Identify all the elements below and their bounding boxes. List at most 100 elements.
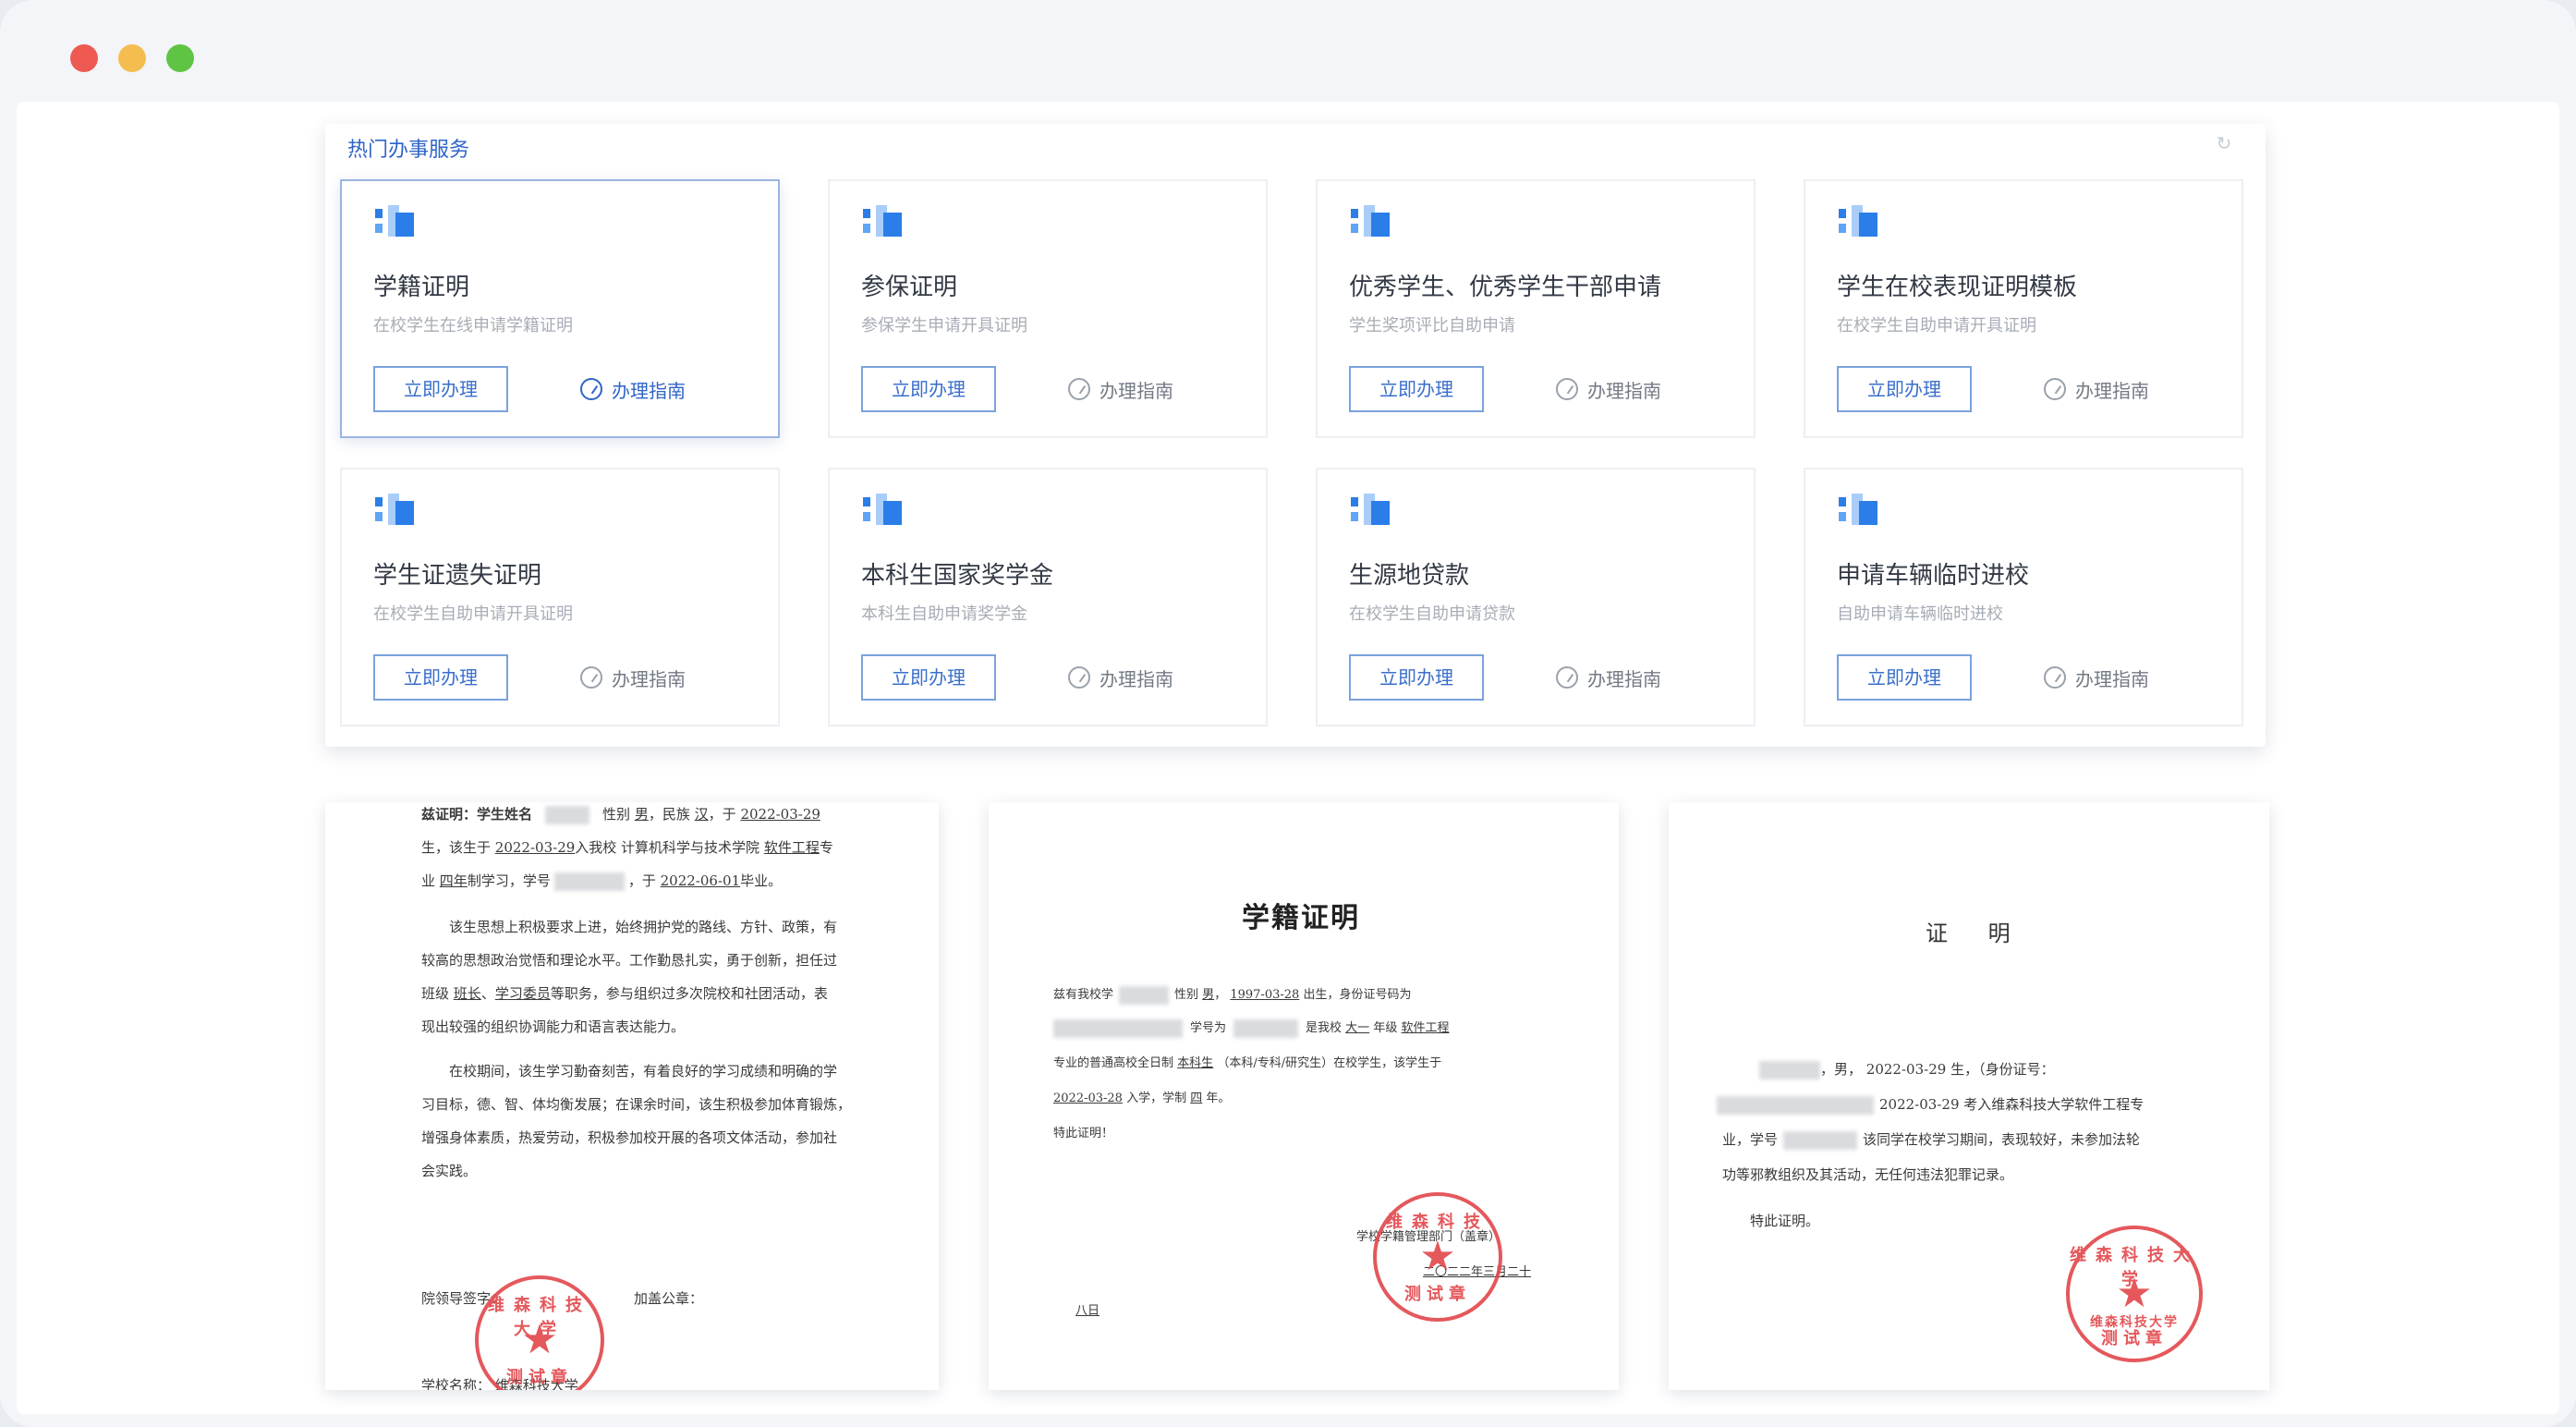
doc1-p3-4: 会实践。 xyxy=(421,1163,478,1179)
service-title: 学生在校表现证明模板 xyxy=(1837,274,2078,301)
apply-now-button[interactable]: 立即办理 xyxy=(1837,366,1972,412)
doc2-line5: 特此证明！ xyxy=(1053,1127,1114,1140)
doc1-p2-2: 较高的思想政治觉悟和理论水平。工作勤恳扎实，勇于创新，担任过 xyxy=(421,952,838,969)
doc3-line4: 功等邪教组织及其活动，无任何违法犯罪记录。 xyxy=(1722,1166,2014,1183)
guide-link[interactable]: 办理指南 xyxy=(1068,375,1173,403)
apply-now-button[interactable]: 立即办理 xyxy=(1349,366,1484,412)
apply-now-button[interactable]: 立即办理 xyxy=(1837,654,1972,701)
maximize-window-button[interactable] xyxy=(166,44,194,72)
compass-icon xyxy=(580,666,602,689)
doc1-p2-1: 该生思想上积极要求上进，始终拥护党的路线、方针、政策，有 xyxy=(449,919,838,935)
apply-now-button[interactable]: 立即办理 xyxy=(861,654,996,701)
service-description: 在校学生在线申请学籍证明 xyxy=(373,316,573,335)
document-performance-certificate: 兹证明：学生姓名 性别 男，民族 汉，于 2022-03-29 生，该生于 202… xyxy=(325,802,939,1390)
service-title: 生源地贷款 xyxy=(1349,562,1470,590)
doc2-heading: 学籍证明 xyxy=(1242,902,1360,934)
service-description: 在校学生自助申请贷款 xyxy=(1349,604,1515,624)
guide-link[interactable]: 办理指南 xyxy=(1068,664,1173,691)
service-card[interactable]: 申请车辆临时进校 自助申请车辆临时进校 立即办理 办理指南 xyxy=(1804,468,2243,726)
official-seal: 维森科技 ★ 测试章 xyxy=(1373,1192,1502,1322)
service-card[interactable]: 参保证明参保学生申请开具证明立即办理 办理指南 xyxy=(828,179,1268,438)
compass-icon xyxy=(580,378,602,400)
compass-icon xyxy=(2044,666,2066,689)
guide-label: 办理指南 xyxy=(612,667,686,690)
service-card[interactable]: 学籍证明在校学生在线申请学籍证明立即办理 办理指南 xyxy=(340,179,780,438)
section-title: 热门办事服务 xyxy=(347,139,470,162)
guide-label: 办理指南 xyxy=(1587,379,1661,402)
guide-link[interactable]: 办理指南 xyxy=(1556,664,1661,691)
guide-label: 办理指南 xyxy=(1100,667,1173,690)
service-card[interactable]: 优秀学生、优秀学生干部申请学生奖项评比自助申请立即办理 办理指南 xyxy=(1316,179,1756,438)
doc2-line2: 学号为 是我校 大一 年级 软件工程 xyxy=(1053,1018,1450,1039)
official-seal: 维森科技大学 ★ 测试章 xyxy=(475,1275,604,1390)
guide-link[interactable]: 办理指南 xyxy=(2044,664,2149,691)
doc1-line3: 业 四年制学习，学号 ，于 2022-06-01毕业。 xyxy=(421,872,783,891)
service-description: 本科生自助申请奖学金 xyxy=(861,604,1027,624)
service-icon xyxy=(863,494,904,527)
doc1-p3-3: 增强身体素质，热爱劳动，积极参加校开展的各项文体活动，参加社 xyxy=(421,1129,838,1146)
service-description: 参保学生申请开具证明 xyxy=(861,316,1027,335)
compass-icon xyxy=(2044,378,2066,400)
service-icon xyxy=(375,205,416,238)
doc3-line2: 2022-03-29 考入维森科技大学软件工程专 xyxy=(1717,1094,2144,1115)
doc1-line2: 生，该生于 2022-03-29入我校 计算机科学与技术学院 软件工程专 xyxy=(421,839,833,856)
doc3-line1: ，男， 2022-03-29 生，（身份证号： xyxy=(1722,1059,2055,1079)
compass-icon xyxy=(1068,378,1090,400)
service-title: 参保证明 xyxy=(861,274,958,301)
service-icon xyxy=(1839,205,1879,238)
doc3-line5: 特此证明。 xyxy=(1750,1213,1820,1229)
service-description: 在校学生自助申请开具证明 xyxy=(1837,316,2036,335)
apply-now-button[interactable]: 立即办理 xyxy=(1349,654,1484,701)
service-card[interactable]: 生源地贷款在校学生自助申请贷款立即办理 办理指南 xyxy=(1316,468,1756,726)
refresh-icon[interactable]: ↻ xyxy=(2214,133,2234,153)
service-description: 自助申请车辆临时进校 xyxy=(1837,604,2003,624)
guide-link[interactable]: 办理指南 xyxy=(1556,375,1661,403)
compass-icon xyxy=(1556,378,1578,400)
guide-label: 办理指南 xyxy=(1100,379,1173,402)
service-title: 学生证遗失证明 xyxy=(373,562,542,590)
doc1-p3-2: 习目标，德、智、体均衡发展；在课余时间，该生积极参加体育锻炼， xyxy=(421,1096,852,1113)
hot-services-panel: 热门办事服务 ↻ 学籍证明 在校学生在线申请学籍证明 立即办理 办理指南 参保证明 参保学… xyxy=(325,124,2266,747)
apply-now-button[interactable]: 立即办理 xyxy=(373,654,508,701)
official-seal: 维森科技大学 ★ 维森科技大学 测试章 xyxy=(2066,1226,2203,1362)
compass-icon xyxy=(1556,666,1578,689)
doc3-heading: 证 明 xyxy=(1926,921,2027,946)
doc1-p2-3: 班级 班长、学习委员等职务，参与组织过多次院校和社团活动，表 xyxy=(421,985,828,1002)
guide-label: 办理指南 xyxy=(1587,667,1661,690)
guide-link[interactable]: 办理指南 xyxy=(2044,375,2149,403)
app-window: 热门办事服务 ↻ 学籍证明 在校学生在线申请学籍证明 立即办理 办理指南 参保证明 参保学… xyxy=(0,0,2576,1427)
doc2-line4: 2022-03-28 入学，学制 四 年。 xyxy=(1053,1092,1231,1105)
service-description: 在校学生自助申请开具证明 xyxy=(373,604,573,624)
service-icon xyxy=(375,494,416,527)
doc1-line1: 兹证明：学生姓名 性别 男，民族 汉，于 2022-03-29 xyxy=(421,806,820,824)
service-icon xyxy=(1351,205,1391,238)
service-card[interactable]: 本科生国家奖学金本科生自助申请奖学金立即办理 办理指南 xyxy=(828,468,1268,726)
doc3-line3: 业，学号 该同学在校学习期间，表现较好，未参加法轮 xyxy=(1722,1131,2141,1150)
document-certificate: 证 明 ，男， 2022-03-29 生，（身份证号： 2022-03-29 考… xyxy=(1669,802,2269,1390)
apply-now-button[interactable]: 立即办理 xyxy=(861,366,996,412)
apply-now-button[interactable]: 立即办理 xyxy=(373,366,508,412)
title-bar xyxy=(0,0,2576,102)
compass-icon xyxy=(1068,666,1090,689)
document-enrollment-certificate: 学籍证明 兹有我校学 性别 男， 1997-03-28 出生，身份证号码为 学号为… xyxy=(989,802,1619,1390)
guide-link[interactable]: 办理指南 xyxy=(580,375,686,403)
service-card[interactable]: 学生证遗失证明在校学生自助申请开具证明立即办理 办理指南 xyxy=(340,468,780,726)
service-icon xyxy=(863,205,904,238)
close-window-button[interactable] xyxy=(70,44,98,72)
guide-label: 办理指南 xyxy=(2075,379,2149,402)
doc2-line3: 专业的普通高校全日制 本科生 （本科/专科/研究生）在校学生，该学生于 xyxy=(1053,1056,1442,1070)
doc1-p3-1: 在校期间，该生学习勤奋刻苦，有着良好的学习成绩和明确的学 xyxy=(449,1063,838,1079)
service-title: 学籍证明 xyxy=(373,274,470,301)
guide-label: 办理指南 xyxy=(2075,667,2149,690)
minimize-window-button[interactable] xyxy=(118,44,146,72)
service-title: 本科生国家奖学金 xyxy=(861,562,1054,590)
service-title: 优秀学生、优秀学生干部申请 xyxy=(1349,274,1662,301)
doc1-p2-4: 现出较强的组织协调能力和语言表达能力。 xyxy=(421,1018,686,1035)
service-icon xyxy=(1351,494,1391,527)
service-description: 学生奖项评比自助申请 xyxy=(1349,316,1515,335)
doc2-line1: 兹有我校学 性别 男， 1997-03-28 出生，身份证号码为 xyxy=(1053,985,1411,1006)
guide-link[interactable]: 办理指南 xyxy=(580,664,686,691)
service-card[interactable]: 学生在校表现证明模板在校学生自助申请开具证明立即办理 办理指南 xyxy=(1804,179,2243,438)
guide-label: 办理指南 xyxy=(612,379,686,402)
service-icon xyxy=(1839,494,1879,527)
